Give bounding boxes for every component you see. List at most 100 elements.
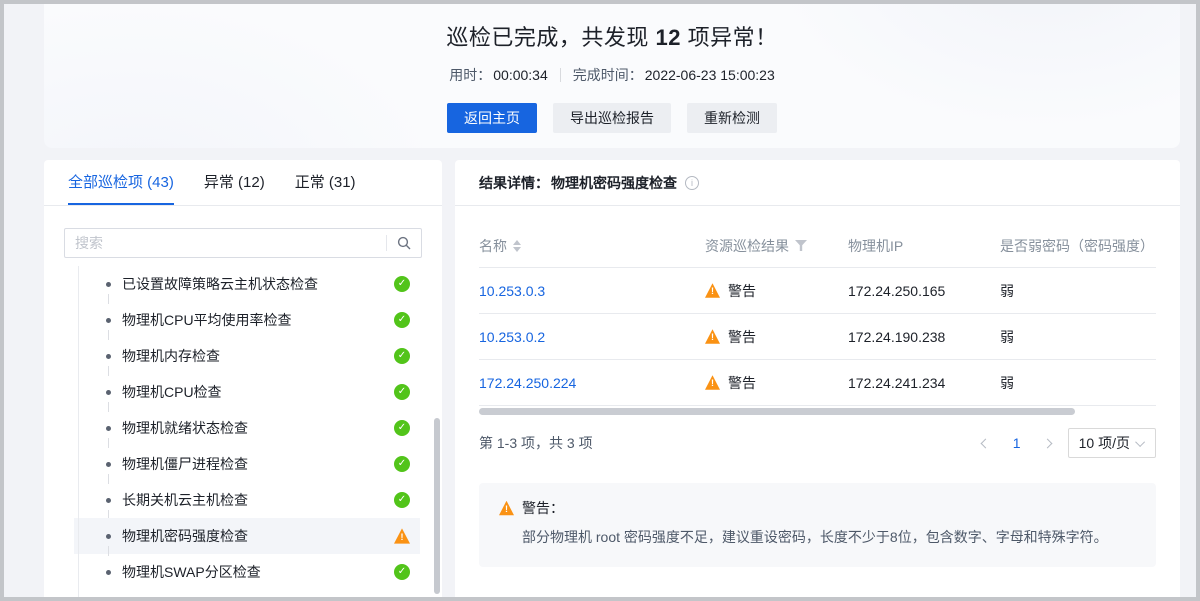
status-icon [394,312,410,328]
checks-tabs: 全部巡检项 (43) 异常 (12) 正常 (31) [44,160,442,206]
tab-normal[interactable]: 正常 (31) [295,160,356,205]
search-box [64,228,422,258]
search-icon[interactable] [387,229,421,257]
ip-cell: 172.24.241.234 [848,375,1000,391]
column-name: 名称 [479,236,705,256]
back-home-button[interactable]: 返回主页 [447,103,537,133]
tab-abnormal[interactable]: 异常 (12) [204,160,265,205]
check-item[interactable]: 物理机SWAP分区检查 [74,554,420,590]
result-text: 警告 [728,373,756,393]
check-item[interactable]: 物理机就绪状态检查 [74,410,420,446]
check-item[interactable]: 物理机僵尸进程检查 [74,446,420,482]
page-size-select[interactable]: 10 项/页 [1068,428,1156,458]
finish-time-value: 2022-06-23 15:00:23 [645,67,775,83]
pagination: 第 1-3 项，共 3 项 1 10 项/页 [479,427,1156,459]
column-name-label: 名称 [479,236,507,256]
status-icon [394,492,410,508]
check-item-label: 物理机内存检查 [122,346,220,366]
table-row: 10.253.0.2 警告 172.24.190.238 弱 [479,314,1156,360]
check-item[interactable]: 已设置故障策略云主机状态检查 [74,266,420,302]
detail-title-value: 物理机密码强度检查 [551,173,677,193]
check-item-list: 已设置故障策略云主机状态检查 物理机CPU平均使用率检查 物理机内存检查 物理机… [44,266,442,597]
detail-title-label: 结果详情： [479,173,549,193]
result-detail-panel: 结果详情：物理机密码强度检查 名称 资源巡检结果 物理机IP 是否弱密码（密码强… [455,160,1180,597]
summary-meta: 用时： 00:00:34 完成时间： 2022-06-23 15:00:23 [44,65,1180,85]
warning-icon [499,501,514,516]
warning-message: 部分物理机 root 密码强度不足，建议重设密码，长度不少于8位，包含数字、字母… [522,527,1136,548]
host-name-link[interactable]: 10.253.0.2 [479,329,705,345]
page-number[interactable]: 1 [1006,435,1028,451]
check-item-label: 物理机CPU检查 [122,382,222,402]
warning-title-row: 警告： [499,498,1136,518]
warning-title: 警告： [522,498,564,518]
result-cell: 警告 [705,327,848,347]
detail-header: 结果详情：物理机密码强度检查 [455,160,1180,206]
warning-icon [705,375,720,390]
warning-icon [705,329,720,344]
finish-time-label: 完成时间： [573,65,643,85]
page-title-suffix: 项异常！ [681,25,778,50]
horizontal-scrollbar-thumb[interactable] [479,408,1075,415]
page-title: 巡检已完成，共发现 12 项异常！ [44,4,1180,52]
status-icon [394,420,410,436]
check-item-label: 物理机就绪状态检查 [122,418,248,438]
duration-label: 用时： [449,65,491,85]
column-ip: 物理机IP [848,236,1000,256]
column-weak-password-label: 是否弱密码（密码强度） [1000,236,1154,256]
result-cell: 警告 [705,373,848,393]
summary-actions: 返回主页 导出巡检报告 重新检测 [44,103,1180,133]
column-result: 资源巡检结果 [705,236,848,256]
ip-cell: 172.24.190.238 [848,329,1000,345]
check-item-label: 物理机僵尸进程检查 [122,454,248,474]
result-text: 警告 [728,281,756,301]
ip-cell: 172.24.250.165 [848,283,1000,299]
check-item[interactable]: 物理机CPU平均使用率检查 [74,302,420,338]
search-input[interactable] [65,229,386,257]
duration-value: 00:00:34 [493,67,548,83]
prev-page-button[interactable] [974,431,998,455]
export-report-button[interactable]: 导出巡检报告 [553,103,671,133]
status-icon [394,348,410,364]
tab-all-checks[interactable]: 全部巡检项 (43) [68,160,174,205]
next-page-button[interactable] [1036,431,1060,455]
warning-message-box: 警告： 部分物理机 root 密码强度不足，建议重设密码，长度不少于8位，包含数… [479,483,1156,567]
column-ip-label: 物理机IP [848,236,903,256]
check-item[interactable]: 物理机内存检查 [74,338,420,374]
check-item-label: 物理机密码强度检查 [122,526,248,546]
pagination-controls: 1 10 项/页 [974,428,1156,458]
table-row: 172.24.250.224 警告 172.24.241.234 弱 [479,360,1156,406]
checks-panel: 全部巡检项 (43) 异常 (12) 正常 (31) 已设置故障策略云主机状态检… [44,160,442,597]
table-header-row: 名称 资源巡检结果 物理机IP 是否弱密码（密码强度） [479,224,1156,268]
status-icon [394,384,410,400]
page-size-value: 10 项/页 [1079,433,1130,453]
status-icon [394,456,410,472]
result-cell: 警告 [705,281,848,301]
host-name-link[interactable]: 172.24.250.224 [479,375,705,391]
vertical-scrollbar-thumb[interactable] [434,418,440,594]
horizontal-scrollbar [479,408,1156,415]
result-text: 警告 [728,327,756,347]
filter-icon[interactable] [795,240,807,251]
status-icon [394,528,410,544]
host-name-link[interactable]: 10.253.0.3 [479,283,705,299]
inspection-result-screen: 巡检已完成，共发现 12 项异常！ 用时： 00:00:34 完成时间： 202… [0,0,1200,601]
column-result-label: 资源巡检结果 [705,236,789,256]
column-weak-password: 是否弱密码（密码强度） [1000,236,1156,256]
page-title-prefix: 巡检已完成，共发现 [446,25,655,50]
check-item[interactable]: 物理机CPU检查 [74,374,420,410]
check-item-label: 物理机CPU平均使用率检查 [122,310,292,330]
status-icon [394,276,410,292]
pagination-total: 第 1-3 项，共 3 项 [479,433,593,453]
sort-icon[interactable] [513,240,521,252]
weak-password-cell: 弱 [1000,281,1156,301]
check-item-selected[interactable]: 物理机密码强度检查 [74,518,420,554]
summary-card: 巡检已完成，共发现 12 项异常！ 用时： 00:00:34 完成时间： 202… [44,4,1180,148]
check-item-label: 物理机SWAP分区检查 [122,562,261,582]
weak-password-cell: 弱 [1000,373,1156,393]
result-table: 名称 资源巡检结果 物理机IP 是否弱密码（密码强度） 10.253.0.3 [479,224,1156,406]
recheck-button[interactable]: 重新检测 [687,103,777,133]
weak-password-cell: 弱 [1000,327,1156,347]
info-icon[interactable] [685,176,699,190]
check-item-label: 已设置故障策略云主机状态检查 [122,274,318,294]
check-item[interactable]: 长期关机云主机检查 [74,482,420,518]
